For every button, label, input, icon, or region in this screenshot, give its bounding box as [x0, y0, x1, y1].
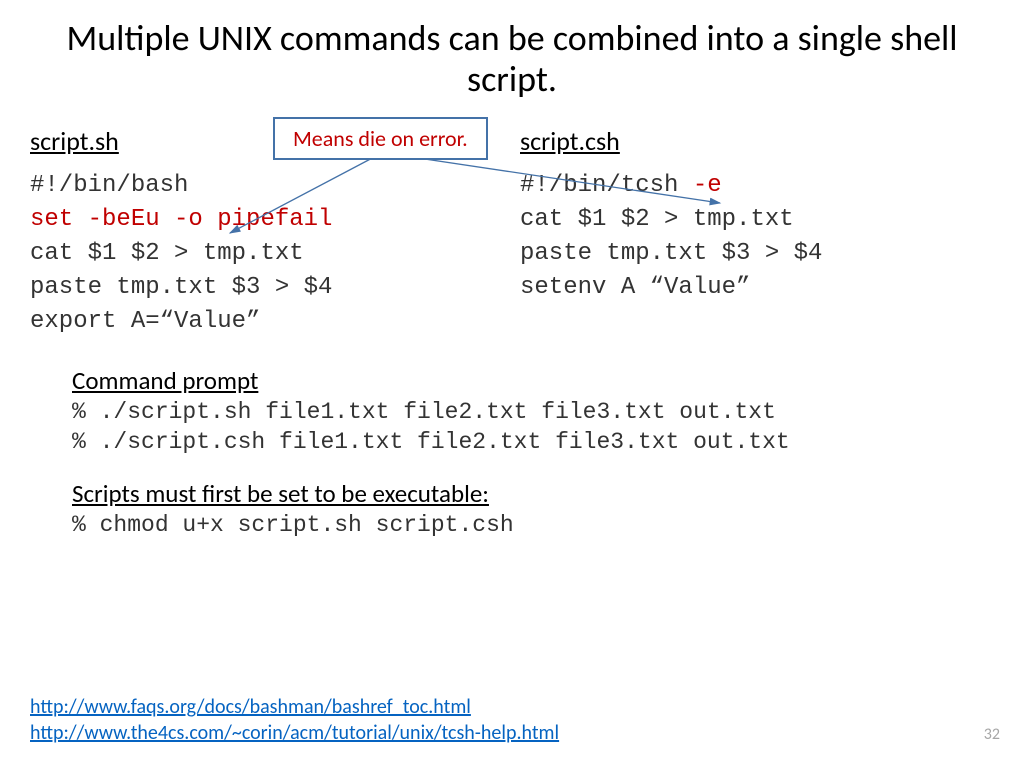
- lower-section: Command prompt % ./script.sh file1.txt f…: [30, 339, 994, 541]
- code-line: setenv A “Value”: [520, 274, 750, 301]
- callout-box: Means die on error.: [273, 117, 488, 160]
- code-line: paste tmp.txt $3 > $4: [520, 240, 822, 267]
- code-line: #!/bin/tcsh: [520, 172, 693, 199]
- code-line-error-flags: set -beEu -o pipefail: [30, 206, 332, 233]
- content-area: Means die on error. script.sh #!/bin/bas…: [0, 107, 1024, 541]
- code-line: cat $1 $2 > tmp.txt: [30, 240, 304, 267]
- right-column: script.csh #!/bin/tcsh -e cat $1 $2 > tm…: [520, 125, 994, 339]
- right-code: #!/bin/tcsh -e cat $1 $2 > tmp.txt paste…: [520, 169, 994, 305]
- cmd-line: % ./script.sh file1.txt file2.txt file3.…: [72, 399, 776, 425]
- cmd-line: % ./script.csh file1.txt file2.txt file3…: [72, 429, 790, 455]
- right-header: script.csh: [520, 125, 994, 157]
- command-prompt-header: Command prompt: [72, 365, 952, 396]
- slide-title: Multiple UNIX commands can be combined i…: [0, 0, 1024, 107]
- code-error-flag: -e: [693, 172, 722, 199]
- executable-line: % chmod u+x script.sh script.csh: [72, 511, 952, 541]
- code-line: paste tmp.txt $3 > $4: [30, 274, 332, 301]
- reference-links: http://www.faqs.org/docs/bashman/bashref…: [30, 694, 559, 746]
- cmd-line: % chmod u+x script.sh script.csh: [72, 512, 514, 538]
- code-line: export A=“Value”: [30, 308, 260, 335]
- left-code: #!/bin/bash set -beEu -o pipefail cat $1…: [30, 169, 520, 339]
- link-bashref[interactable]: http://www.faqs.org/docs/bashman/bashref…: [30, 695, 471, 719]
- executable-header: Scripts must first be set to be executab…: [72, 478, 952, 509]
- link-tcsh-help[interactable]: http://www.the4cs.com/~corin/acm/tutoria…: [30, 721, 559, 745]
- code-line: #!/bin/bash: [30, 172, 188, 199]
- command-prompt-lines: % ./script.sh file1.txt file2.txt file3.…: [72, 398, 952, 458]
- page-number: 32: [984, 725, 1000, 744]
- code-line: cat $1 $2 > tmp.txt: [520, 206, 794, 233]
